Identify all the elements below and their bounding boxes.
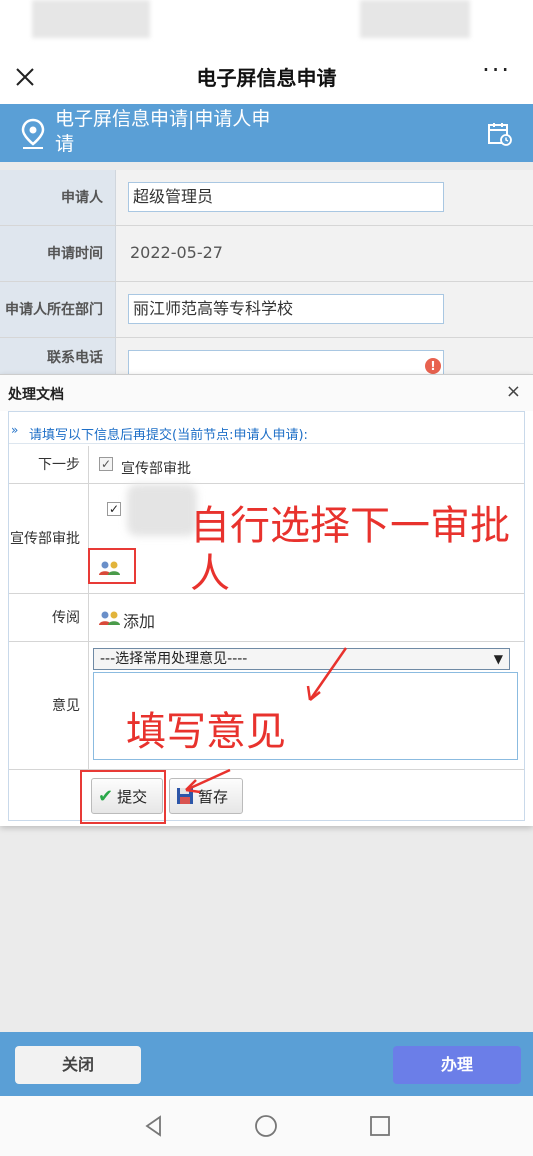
- home-icon[interactable]: [254, 1114, 278, 1138]
- bottom-action-bar: 关闭 办理: [0, 1032, 533, 1096]
- back-icon[interactable]: [142, 1114, 166, 1138]
- handle-button[interactable]: 办理: [393, 1046, 521, 1084]
- close-button[interactable]: 关闭: [15, 1046, 141, 1084]
- annotation-arrows: [185, 647, 348, 794]
- system-navigation-bar: [0, 1096, 533, 1156]
- recent-apps-icon[interactable]: [368, 1114, 392, 1138]
